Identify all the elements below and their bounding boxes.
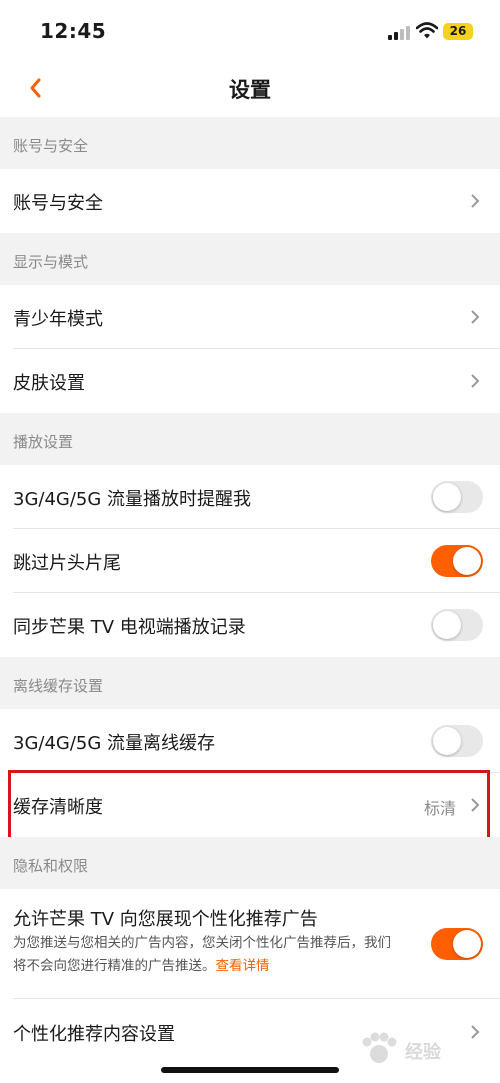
status-bar: 12:45 26 [0, 0, 500, 62]
section-header-label: 离线缓存设置 [13, 677, 104, 695]
section-header-label: 隐私和权限 [13, 857, 89, 875]
home-indicator [161, 1067, 339, 1073]
row-label: 3G/4G/5G 流量播放时提醒我 [13, 489, 252, 510]
row-label: 允许芒果 TV 向您展现个性化推荐广告 [13, 909, 318, 930]
row-teen-mode[interactable]: 青少年模式 [0, 285, 500, 349]
row-skip-intro-outro: 跳过片头片尾 [0, 529, 500, 593]
paw-logo-icon [362, 1032, 397, 1063]
toggle-knob [433, 611, 461, 639]
row-label: 皮肤设置 [13, 373, 85, 394]
highlight-box [8, 770, 490, 840]
row-personalized-ads: 允许芒果 TV 向您展现个性化推荐广告 为您推送与您相关的广告内容，您关闭个性化… [0, 889, 500, 999]
row-mobile-data-offline-cache: 3G/4G/5G 流量离线缓存 [0, 709, 500, 773]
wifi-icon [416, 22, 438, 39]
section-header-offline: 离线缓存设置 [0, 657, 500, 709]
toggle-switch[interactable] [431, 725, 483, 757]
row-account-security[interactable]: 账号与安全 [0, 169, 500, 233]
toggle-knob [433, 727, 461, 755]
row-mobile-data-playback-reminder: 3G/4G/5G 流量播放时提醒我 [0, 465, 500, 529]
chevron-right-icon [471, 194, 480, 208]
section-header-label: 播放设置 [13, 433, 74, 451]
chevron-right-icon [471, 310, 480, 324]
watermark-text: 经验 [405, 1042, 441, 1063]
status-time: 12:45 [40, 19, 107, 43]
toggle-switch[interactable] [431, 609, 483, 641]
row-label: 青少年模式 [13, 309, 103, 330]
row-sync-tv-history: 同步芒果 TV 电视端播放记录 [0, 593, 500, 657]
view-details-link[interactable]: 查看详情 [216, 958, 270, 974]
row-label: 3G/4G/5G 流量离线缓存 [13, 733, 216, 754]
row-label: 个性化推荐内容设置 [13, 1024, 175, 1045]
row-label: 跳过片头片尾 [13, 553, 121, 574]
nav-bar: 设置 [0, 62, 500, 117]
toggle-knob [433, 483, 461, 511]
section-header-account: 账号与安全 [0, 117, 500, 169]
section-header-display: 显示与模式 [0, 233, 500, 285]
toggle-switch[interactable] [431, 928, 483, 960]
row-description: 为您推送与您相关的广告内容，您关闭个性化广告推荐后，我们将不会向您进行精准的广告… [13, 932, 393, 978]
toggle-switch[interactable] [431, 545, 483, 577]
page-title: 设置 [229, 78, 271, 102]
row-label: 账号与安全 [13, 193, 103, 214]
toggle-knob [453, 547, 481, 575]
description-text: 为您推送与您相关的广告内容，您关闭个性化广告推荐后，我们将不会向您进行精准的广告… [13, 935, 391, 974]
section-header-playback: 播放设置 [0, 413, 500, 465]
row-label: 同步芒果 TV 电视端播放记录 [13, 617, 246, 638]
cellular-signal-icon [388, 26, 410, 40]
toggle-switch[interactable] [431, 481, 483, 513]
row-skin-settings[interactable]: 皮肤设置 [0, 349, 500, 413]
section-header-privacy: 隐私和权限 [0, 837, 500, 889]
chevron-right-icon [471, 374, 480, 388]
watermark: 经验 [355, 1030, 495, 1070]
section-header-label: 账号与安全 [13, 137, 89, 155]
section-header-label: 显示与模式 [13, 253, 89, 271]
toggle-knob [453, 930, 481, 958]
battery-icon: 26 [443, 23, 473, 40]
